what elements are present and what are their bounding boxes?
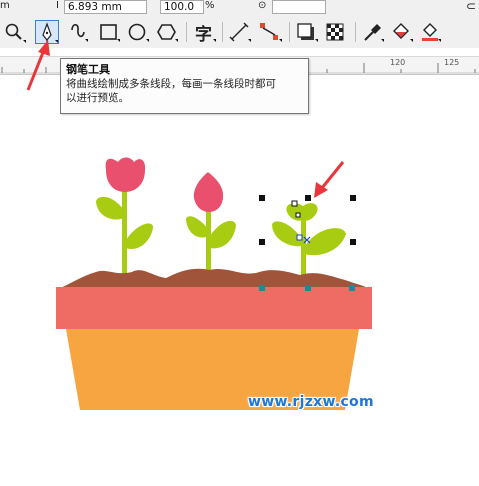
overflow-icon[interactable]: ⊂ [466,0,476,12]
ellipse-tool-button[interactable] [126,20,150,44]
rectangle-icon [100,24,120,42]
dimension-icon [229,22,251,42]
text-tool-dropdown-icon [213,39,216,42]
drop-shadow-icon [297,23,318,42]
drop-shadow-tool-button[interactable] [295,20,319,44]
toolbar-separator [355,22,356,42]
connector-icon [260,23,282,42]
smart-fill-tool-button[interactable] [418,20,442,44]
checkerboard-icon [326,23,344,41]
eyedropper-icon [364,24,384,42]
connector-tool-button[interactable] [258,20,282,44]
ruler-label-125: 125 [444,58,460,67]
scale-unit-label: % [205,0,215,11]
toolbar-separator [222,22,223,42]
object-height-field[interactable]: 6.893 mm [64,0,147,14]
flower-2-bud [193,172,224,212]
annotation-arrow-canvas [314,161,345,198]
flower-1-stem [122,180,127,282]
flower-1-right-leaf [126,223,154,250]
flower-2-left-leaf [186,216,209,238]
polygon-tool-button[interactable] [155,20,179,44]
flower-3-left-leaf [272,221,303,247]
soil [56,268,372,290]
transparency-tool-button[interactable] [323,20,347,44]
smart-fill-icon [422,23,441,42]
text-tool-button[interactable]: 字 [193,20,217,45]
flower-2[interactable] [186,172,236,280]
angle-icon: ⊙ [258,0,267,11]
flower-3-right-leaf [305,228,346,256]
ruler-label-120: 120 [390,58,406,67]
fill-bucket-icon [393,23,413,42]
rotation-field[interactable] [272,0,326,14]
rectangle-tool-button[interactable] [98,20,122,44]
toolbar-separator [186,22,187,42]
hexagon-icon [157,24,178,42]
height-lock-icon: I [56,0,59,11]
interactive-fill-tool-button[interactable] [390,20,414,44]
pen-tool-tooltip: 钢笔工具 将曲线绘制成多条线段，每画一条线段时都可 以进行预览。 [60,58,309,114]
pot-rim [56,287,372,329]
ellipse-icon [128,23,149,42]
unit-fragment: m [0,0,10,11]
eyedropper-tool-button[interactable] [361,20,385,44]
dimension-tool-button[interactable] [228,20,252,44]
flower-1-bloom [105,157,146,192]
drawing-canvas[interactable] [0,74,479,486]
watermark: www.rjzxw.com [248,394,374,410]
flower-3-sprout [286,203,318,221]
tooltip-description-line2: 以进行预览。 [66,92,129,104]
flower-1-left-leaf [96,196,124,220]
tooltip-description-line1: 将曲线绘制成多条线段，每画一条线段时都可 [66,78,276,90]
toolbar-separator [289,22,290,42]
property-bar: m I 6.893 mm 100.0 % ⊙ ⊂ [0,0,479,16]
flower-1[interactable] [96,157,154,283]
flower-2-right-leaf [210,220,236,249]
scale-height-field[interactable]: 100.0 [160,0,204,14]
tooltip-title: 钢笔工具 [66,63,110,76]
